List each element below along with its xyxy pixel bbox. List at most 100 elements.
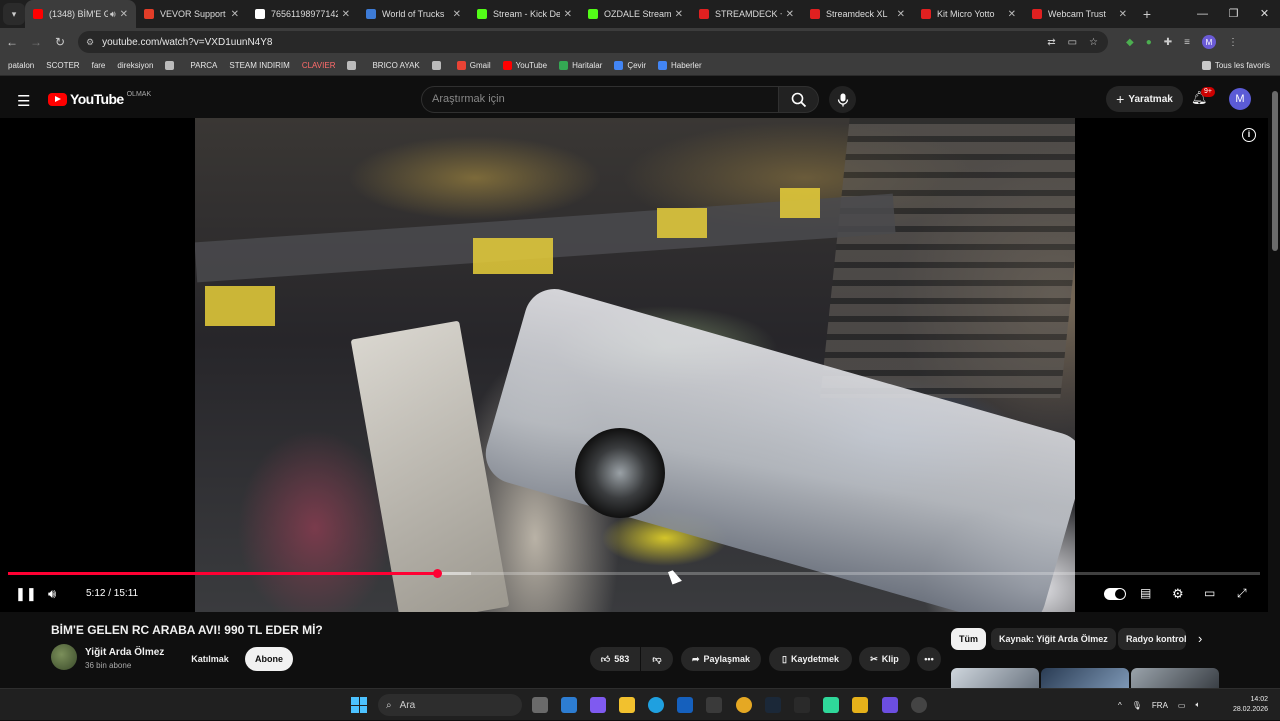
volume-icon[interactable]: 🔈︎ [1195,700,1200,710]
bookmark-item[interactable]: STEAM INDIRIM [229,61,289,70]
app-icon[interactable] [823,697,839,713]
join-button[interactable]: Katılmak [180,647,240,671]
tab-audio-icon[interactable]: 🔊︎ [110,9,116,20]
dislike-button[interactable]: 👎︎ [641,647,673,671]
chevron-right-icon[interactable]: › [1198,631,1202,646]
account-avatar[interactable]: M [1229,88,1251,110]
bookmark-item[interactable]: direksiyon [117,61,153,70]
copilot-icon[interactable] [590,697,606,713]
fullscreen-icon[interactable]: ⤢ [1237,586,1247,601]
bookmark-item[interactable] [165,61,178,70]
reload-icon[interactable]: ↻ [48,35,72,49]
video-player[interactable]: i ❚❚ 🔊︎ 5:12 / 15:11 ▤ ⚙ ▭ ⤢ [0,118,1268,612]
bookmark-item[interactable]: fare [92,61,106,70]
edge-icon[interactable] [648,697,664,713]
cast-icon[interactable]: ▭ [1068,37,1077,48]
tab-close-icon[interactable]: ✕ [1008,9,1016,20]
page-scrollbar[interactable] [1270,81,1280,688]
bookmark-item[interactable] [431,61,445,70]
bookmark-item[interactable]: BRICO AYAK [372,61,419,70]
url-field[interactable]: ⚙ youtube.com/watch?v=VXD1uunN4Y8 ⇄ ▭ ☆ [78,31,1108,53]
task-view-icon[interactable] [532,697,548,713]
new-tab-button[interactable]: + [1135,6,1159,22]
maximize-button[interactable]: ❐ [1218,0,1249,28]
theater-mode-icon[interactable]: ▭ [1204,586,1215,600]
bookmark-item[interactable]: patalon [8,61,34,70]
epic-games-icon[interactable] [794,697,810,713]
bookmark-item[interactable]: Haritalar [559,61,602,70]
browser-tab[interactable]: Streamdeck XL ✕ [802,0,913,28]
back-icon[interactable]: ← [0,35,24,49]
network-icon[interactable]: ▭ [1178,701,1186,710]
scrollbar-thumb[interactable] [1272,91,1278,251]
subtitles-icon[interactable]: ▤ [1140,586,1151,600]
menu-icon[interactable]: ☰ [17,92,30,110]
browser-tab[interactable]: STREAMDECK + (✕ [691,0,802,28]
steam-icon[interactable] [765,697,781,713]
bookmark-star-icon[interactable]: ☆ [1089,37,1098,48]
settings-gear-icon[interactable]: ⚙ [1172,586,1184,602]
system-clock[interactable]: 14:02 28.02.2026 [1226,695,1268,715]
windows-start-icon[interactable] [351,697,367,713]
tab-close-icon[interactable]: ✕ [897,9,905,20]
chip-radio-control[interactable]: Radyo kontrol [1118,628,1186,650]
share-button[interactable]: ➦ Paylaşmak [681,647,761,671]
language-indicator[interactable]: FRA [1152,701,1168,710]
like-button[interactable]: 👍︎ 583 [590,647,640,671]
progress-bar[interactable] [8,569,1260,578]
tab-close-icon[interactable]: ✕ [1119,9,1127,20]
browser-tab[interactable]: OZDALE Stream - ✕ [580,0,691,28]
bookmark-item[interactable] [347,61,360,70]
clip-button[interactable]: ✂ Klip [859,647,910,671]
browser-menu-icon[interactable]: ⋮ [1228,37,1238,48]
extension-icon[interactable]: ◆ [1126,37,1134,48]
video-frame[interactable] [195,118,1075,612]
chip-channel[interactable]: Kaynak: Yiğit Arda Ölmez [991,628,1116,650]
all-bookmarks-folder[interactable]: Tous les favoris [1201,61,1270,70]
chip-all[interactable]: Tüm [951,628,986,650]
youtube-logo[interactable]: YouTube OLMAK [48,91,151,107]
tab-close-icon[interactable]: ✕ [231,9,239,20]
pause-icon[interactable]: ❚❚ [15,586,37,602]
tab-close-icon[interactable]: ✕ [786,9,794,20]
close-window-button[interactable]: ✕ [1249,0,1280,28]
tab-close-icon[interactable]: ✕ [453,9,461,20]
forward-icon[interactable]: → [24,35,48,49]
browser-tab[interactable]: (1348) BİM'E G 🔊︎ ✕ [25,0,136,28]
search-button[interactable] [779,86,819,113]
tab-close-icon[interactable]: ✕ [675,9,683,20]
recommended-thumbnail[interactable] [1131,668,1219,688]
file-explorer-icon[interactable] [619,697,635,713]
save-button[interactable]: ▯ Kaydetmek [769,647,852,671]
tab-search-button[interactable]: ▾ [3,3,25,25]
site-info-icon[interactable]: ⚙ [86,37,94,48]
info-icon[interactable]: i [1242,128,1256,142]
subscribe-button[interactable]: Abone [245,647,293,671]
create-button[interactable]: + Yaratmak [1106,86,1183,112]
bookmark-item[interactable]: YouTube [502,61,547,70]
tab-close-icon[interactable]: ✕ [120,9,128,20]
chrome-icon[interactable] [736,697,752,713]
bookmark-item[interactable]: Haberler [657,61,702,70]
voice-search-button[interactable] [829,86,856,113]
bookmark-item[interactable]: Çevir [614,61,646,70]
media-controls-icon[interactable]: ≡ [1184,37,1190,48]
channel-avatar[interactable] [51,644,77,670]
outlook-icon[interactable] [677,697,693,713]
profile-avatar[interactable]: M [1201,35,1216,49]
app-icon[interactable] [911,697,927,713]
translate-icon[interactable]: ⇄ [1047,37,1055,48]
tab-close-icon[interactable]: ✕ [564,9,572,20]
store-icon[interactable] [561,697,577,713]
extensions-puzzle-icon[interactable]: ✚ [1164,37,1172,48]
search-input[interactable]: Araştırmak için [421,86,779,113]
browser-tab[interactable]: Webcam Trust ✕ [1024,0,1135,28]
bookmark-item[interactable]: SCOTER [46,61,79,70]
tab-close-icon[interactable]: ✕ [342,9,350,20]
app-icon[interactable] [852,697,868,713]
channel-name[interactable]: Yiğit Arda Ölmez [85,647,164,658]
bookmark-item[interactable]: CLAVIER [302,61,336,70]
more-actions-button[interactable]: ••• [917,647,941,671]
taskbar-search[interactable]: ⌕ Ara [378,694,522,716]
extension-shield-icon[interactable]: ● [1146,37,1152,48]
